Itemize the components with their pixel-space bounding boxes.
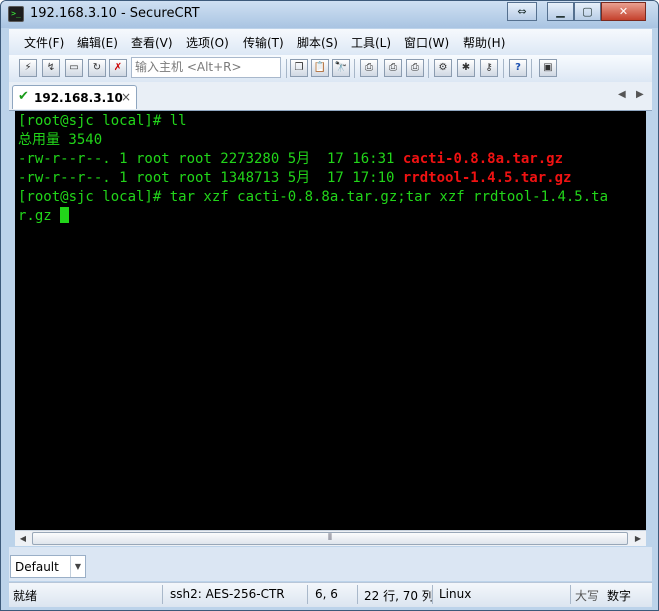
- tab-label: 192.168.3.10: [34, 91, 123, 105]
- terminal-line: -rw-r--r--. 1 root root 2273280 5月 17 16…: [18, 151, 564, 167]
- connected-check-icon: ✔: [18, 89, 29, 104]
- connect-in-tab-icon[interactable]: ▭: [65, 59, 83, 77]
- status-num-lock: 数字: [607, 589, 632, 603]
- reconnect-icon[interactable]: ↻: [88, 59, 106, 77]
- maximize-button[interactable]: ▢: [574, 2, 601, 21]
- toolbar-separator: [531, 59, 532, 78]
- print-setup-icon[interactable]: ⎙: [406, 59, 424, 77]
- toolbar-separator: [503, 59, 504, 78]
- quick-connect-icon[interactable]: ↯: [42, 59, 60, 77]
- sftp-icon[interactable]: ▣: [539, 59, 557, 77]
- menu-file[interactable]: 文件(F): [24, 34, 64, 51]
- window-title: 192.168.3.10 - SecureCRT: [30, 6, 200, 21]
- status-separator: [570, 585, 571, 604]
- archive-filename: cacti-0.8.8a.tar.gz: [402, 151, 564, 167]
- status-separator: [162, 585, 163, 604]
- menu-script[interactable]: 脚本(S): [297, 34, 338, 51]
- status-terminal-size: 22 行, 70 列: [364, 589, 434, 603]
- find-icon[interactable]: 🔭: [332, 59, 350, 77]
- text-cursor: [60, 207, 70, 223]
- session-bar: [9, 547, 652, 581]
- help-icon[interactable]: ?: [509, 59, 527, 77]
- disconnect-icon[interactable]: ✗: [109, 59, 127, 77]
- print-selection-icon[interactable]: ⎙: [384, 59, 402, 77]
- terminal-line: 总用量 3540: [18, 132, 103, 148]
- session-options-icon[interactable]: ⚙: [434, 59, 452, 77]
- menu-tools[interactable]: 工具(L): [351, 34, 391, 51]
- status-protocol: ssh2: AES-256-CTR: [170, 587, 285, 601]
- restore-small-icon-button[interactable]: ⇔: [507, 2, 537, 21]
- menu-view[interactable]: 查看(V): [131, 34, 173, 51]
- menu-help[interactable]: 帮助(H): [463, 34, 505, 51]
- print-icon[interactable]: ⎙: [360, 59, 378, 77]
- session-tab[interactable]: ✔ 192.168.3.10 ×: [12, 85, 137, 109]
- menu-bar: 文件(F) 编辑(E) 查看(V) 选项(O) 传输(T) 脚本(S) 工具(L…: [9, 29, 652, 55]
- status-separator: [307, 585, 308, 604]
- securecrt-app-icon: >_: [8, 6, 24, 22]
- title-bar[interactable]: >_ 192.168.3.10 - SecureCRT ⇔ ▁ ▢ ✕: [1, 1, 658, 28]
- session-selector-value: Default: [15, 560, 59, 574]
- status-cursor-position: 6, 6: [315, 587, 338, 601]
- tab-close-icon[interactable]: ×: [121, 90, 131, 104]
- menu-window[interactable]: 窗口(W): [404, 34, 449, 51]
- terminal-line: r.gz: [18, 207, 70, 226]
- terminal-line: [root@sjc local]# tar xzf cacti-0.8.8a.t…: [18, 189, 609, 205]
- tab-bar: ✔ 192.168.3.10 × ◀ ▶: [9, 82, 652, 111]
- archive-filename: rrdtool-1.4.5.tar.gz: [402, 170, 572, 186]
- tab-scroll-right-icon[interactable]: ▶: [636, 89, 644, 100]
- terminal-line: -rw-r--r--. 1 root root 1348713 5月 17 17…: [18, 170, 572, 186]
- keymap-icon[interactable]: ⚷: [480, 59, 498, 77]
- status-caps-lock: 大写: [575, 589, 600, 603]
- status-bar: 就绪 ssh2: AES-256-CTR 6, 6 22 行, 70 列 Lin…: [9, 582, 652, 607]
- scroll-right-icon[interactable]: ▶: [630, 531, 646, 546]
- close-button[interactable]: ✕: [601, 2, 646, 21]
- status-os: Linux: [439, 587, 472, 601]
- status-ready: 就绪: [13, 589, 38, 603]
- status-separator: [357, 585, 358, 604]
- scroll-left-icon[interactable]: ◀: [15, 531, 31, 546]
- quick-connect-input[interactable]: 输入主机 <Alt+R>: [131, 57, 281, 78]
- session-selector[interactable]: Default ▼: [10, 555, 86, 578]
- toolbar: ⚡ ↯ ▭ ↻ ✗ 输入主机 <Alt+R> ❐ 📋 🔭 ⎙ ⎙ ⎙ ⚙ ✱ ⚷…: [9, 55, 652, 83]
- menu-options[interactable]: 选项(O): [186, 34, 229, 51]
- toolbar-separator: [354, 59, 355, 78]
- scrollbar-thumb[interactable]: ⦀: [32, 532, 628, 545]
- status-separator: [432, 585, 433, 604]
- menu-transfer[interactable]: 传输(T): [243, 34, 284, 51]
- terminal-line: [root@sjc local]# ll: [18, 113, 187, 129]
- menu-edit[interactable]: 编辑(E): [77, 34, 118, 51]
- securecrt-window: >_ 192.168.3.10 - SecureCRT ⇔ ▁ ▢ ✕ 文件(F…: [0, 0, 659, 611]
- tab-scroll-left-icon[interactable]: ◀: [618, 89, 626, 100]
- toolbar-separator: [428, 59, 429, 78]
- copy-icon[interactable]: ❐: [290, 59, 308, 77]
- connect-icon[interactable]: ⚡: [19, 59, 37, 77]
- minimize-button[interactable]: ▁: [547, 2, 574, 21]
- paste-icon[interactable]: 📋: [311, 59, 329, 77]
- toolbar-separator: [286, 59, 287, 78]
- global-options-icon[interactable]: ✱: [457, 59, 475, 77]
- horizontal-scrollbar[interactable]: ◀ ⦀ ▶: [15, 530, 646, 546]
- chevron-down-icon[interactable]: ▼: [70, 556, 85, 577]
- terminal-screen[interactable]: [root@sjc local]# ll 总用量 3540 -rw-r--r--…: [15, 111, 646, 530]
